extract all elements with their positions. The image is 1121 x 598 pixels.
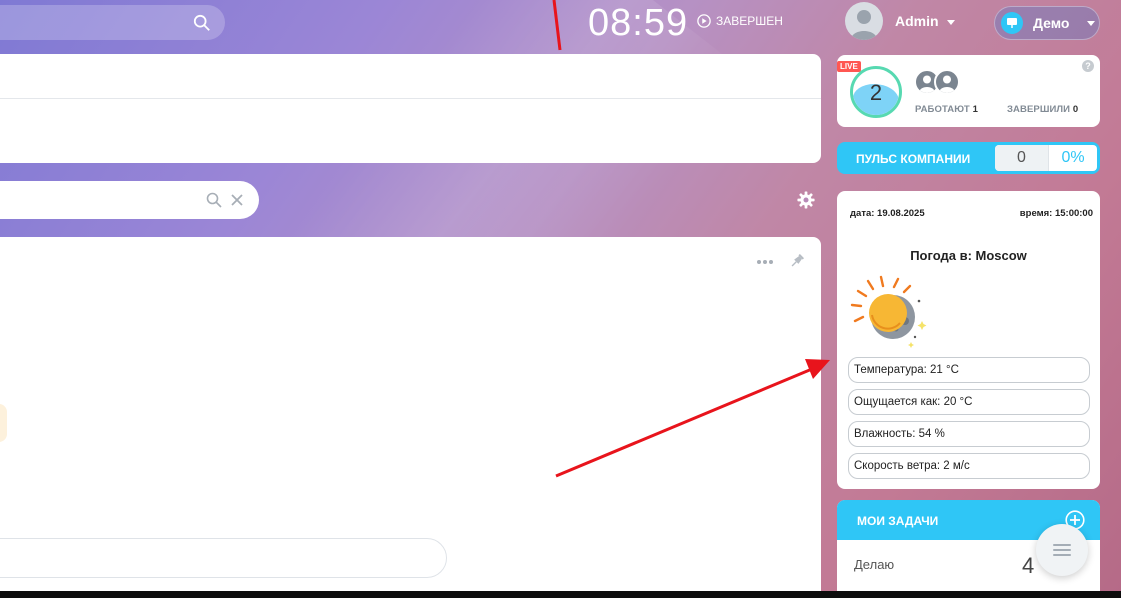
feed-filter-input[interactable] <box>0 181 259 219</box>
search-icon <box>193 14 210 31</box>
working-stat[interactable]: РАБОТАЮТ 1 <box>915 104 978 115</box>
pulse-label: ПУЛЬС КОМПАНИИ <box>856 152 971 166</box>
divider <box>0 98 821 99</box>
more-dots-icon[interactable] <box>756 257 774 267</box>
weather-wind: Скорость ветра: 2 м/с <box>848 453 1090 479</box>
finished-stat[interactable]: ЗАВЕРШИЛИ 0 <box>1007 104 1078 115</box>
presentation-icon <box>1001 12 1023 34</box>
company-pulse[interactable]: ПУЛЬС КОМПАНИИ 0 0% <box>837 142 1100 174</box>
post-composer-card[interactable] <box>0 54 821 163</box>
live-counter: 2 <box>850 66 902 118</box>
annotation-line-top <box>552 0 562 51</box>
weather-sun-moon-icon <box>850 275 927 348</box>
tasks-row-count[interactable]: 4 <box>1022 553 1034 579</box>
weather-temperature: Температура: 21 °C <box>848 357 1090 383</box>
gear-icon[interactable] <box>797 191 815 209</box>
pulse-value: 0 <box>995 145 1049 171</box>
avatar-icon <box>934 69 960 95</box>
chevron-down-icon <box>1087 20 1096 26</box>
weather-humidity: Влажность: 54 % <box>848 421 1090 447</box>
online-avatars[interactable] <box>914 69 960 95</box>
search-icon[interactable] <box>206 192 222 208</box>
highlight-strip <box>0 404 7 442</box>
weather-widget: дата: 19.08.2025 время: 15:00:00 Погода … <box>837 191 1100 489</box>
weather-date: дата: 19.08.2025 <box>850 208 925 219</box>
portal-name: Демо <box>1033 15 1070 31</box>
pulse-values: 0 0% <box>995 145 1097 171</box>
live-badge: LIVE <box>837 61 861 72</box>
pin-icon[interactable] <box>789 253 805 269</box>
tasks-title: МОИ ЗАДАЧИ <box>857 514 939 528</box>
workday-status[interactable]: ЗАВЕРШЕН <box>697 14 783 28</box>
play-icon <box>697 14 711 28</box>
weather-city: Погода в: Moscow <box>910 248 1027 263</box>
comment-input[interactable] <box>0 538 447 578</box>
work-clock[interactable]: 08:59 <box>588 2 688 45</box>
live-count: 2 <box>869 80 883 105</box>
avatar-icon <box>845 2 883 40</box>
feed-post-card <box>0 237 821 597</box>
weather-time: время: 15:00:00 <box>1019 208 1093 219</box>
search-bar[interactable] <box>0 5 225 40</box>
quick-menu-button[interactable] <box>1036 524 1088 576</box>
user-menu[interactable]: Admin <box>845 2 955 40</box>
live-widget[interactable]: LIVE 2 ? РАБОТАЮТ 1 ЗАВЕРШИЛИ 0 <box>837 55 1100 127</box>
help-icon[interactable]: ? <box>1082 60 1094 72</box>
chevron-down-icon <box>946 19 955 25</box>
user-name: Admin <box>895 13 955 29</box>
weather-feels-like: Ощущается как: 20 °C <box>848 389 1090 415</box>
portal-switcher[interactable]: Демо <box>994 6 1100 40</box>
close-icon[interactable] <box>229 192 245 208</box>
status-label: ЗАВЕРШЕН <box>716 14 783 28</box>
list-icon <box>1053 544 1071 556</box>
pulse-percent: 0% <box>1061 149 1085 166</box>
tasks-row-label[interactable]: Делаю <box>854 557 894 572</box>
bottom-edge <box>0 591 1121 598</box>
